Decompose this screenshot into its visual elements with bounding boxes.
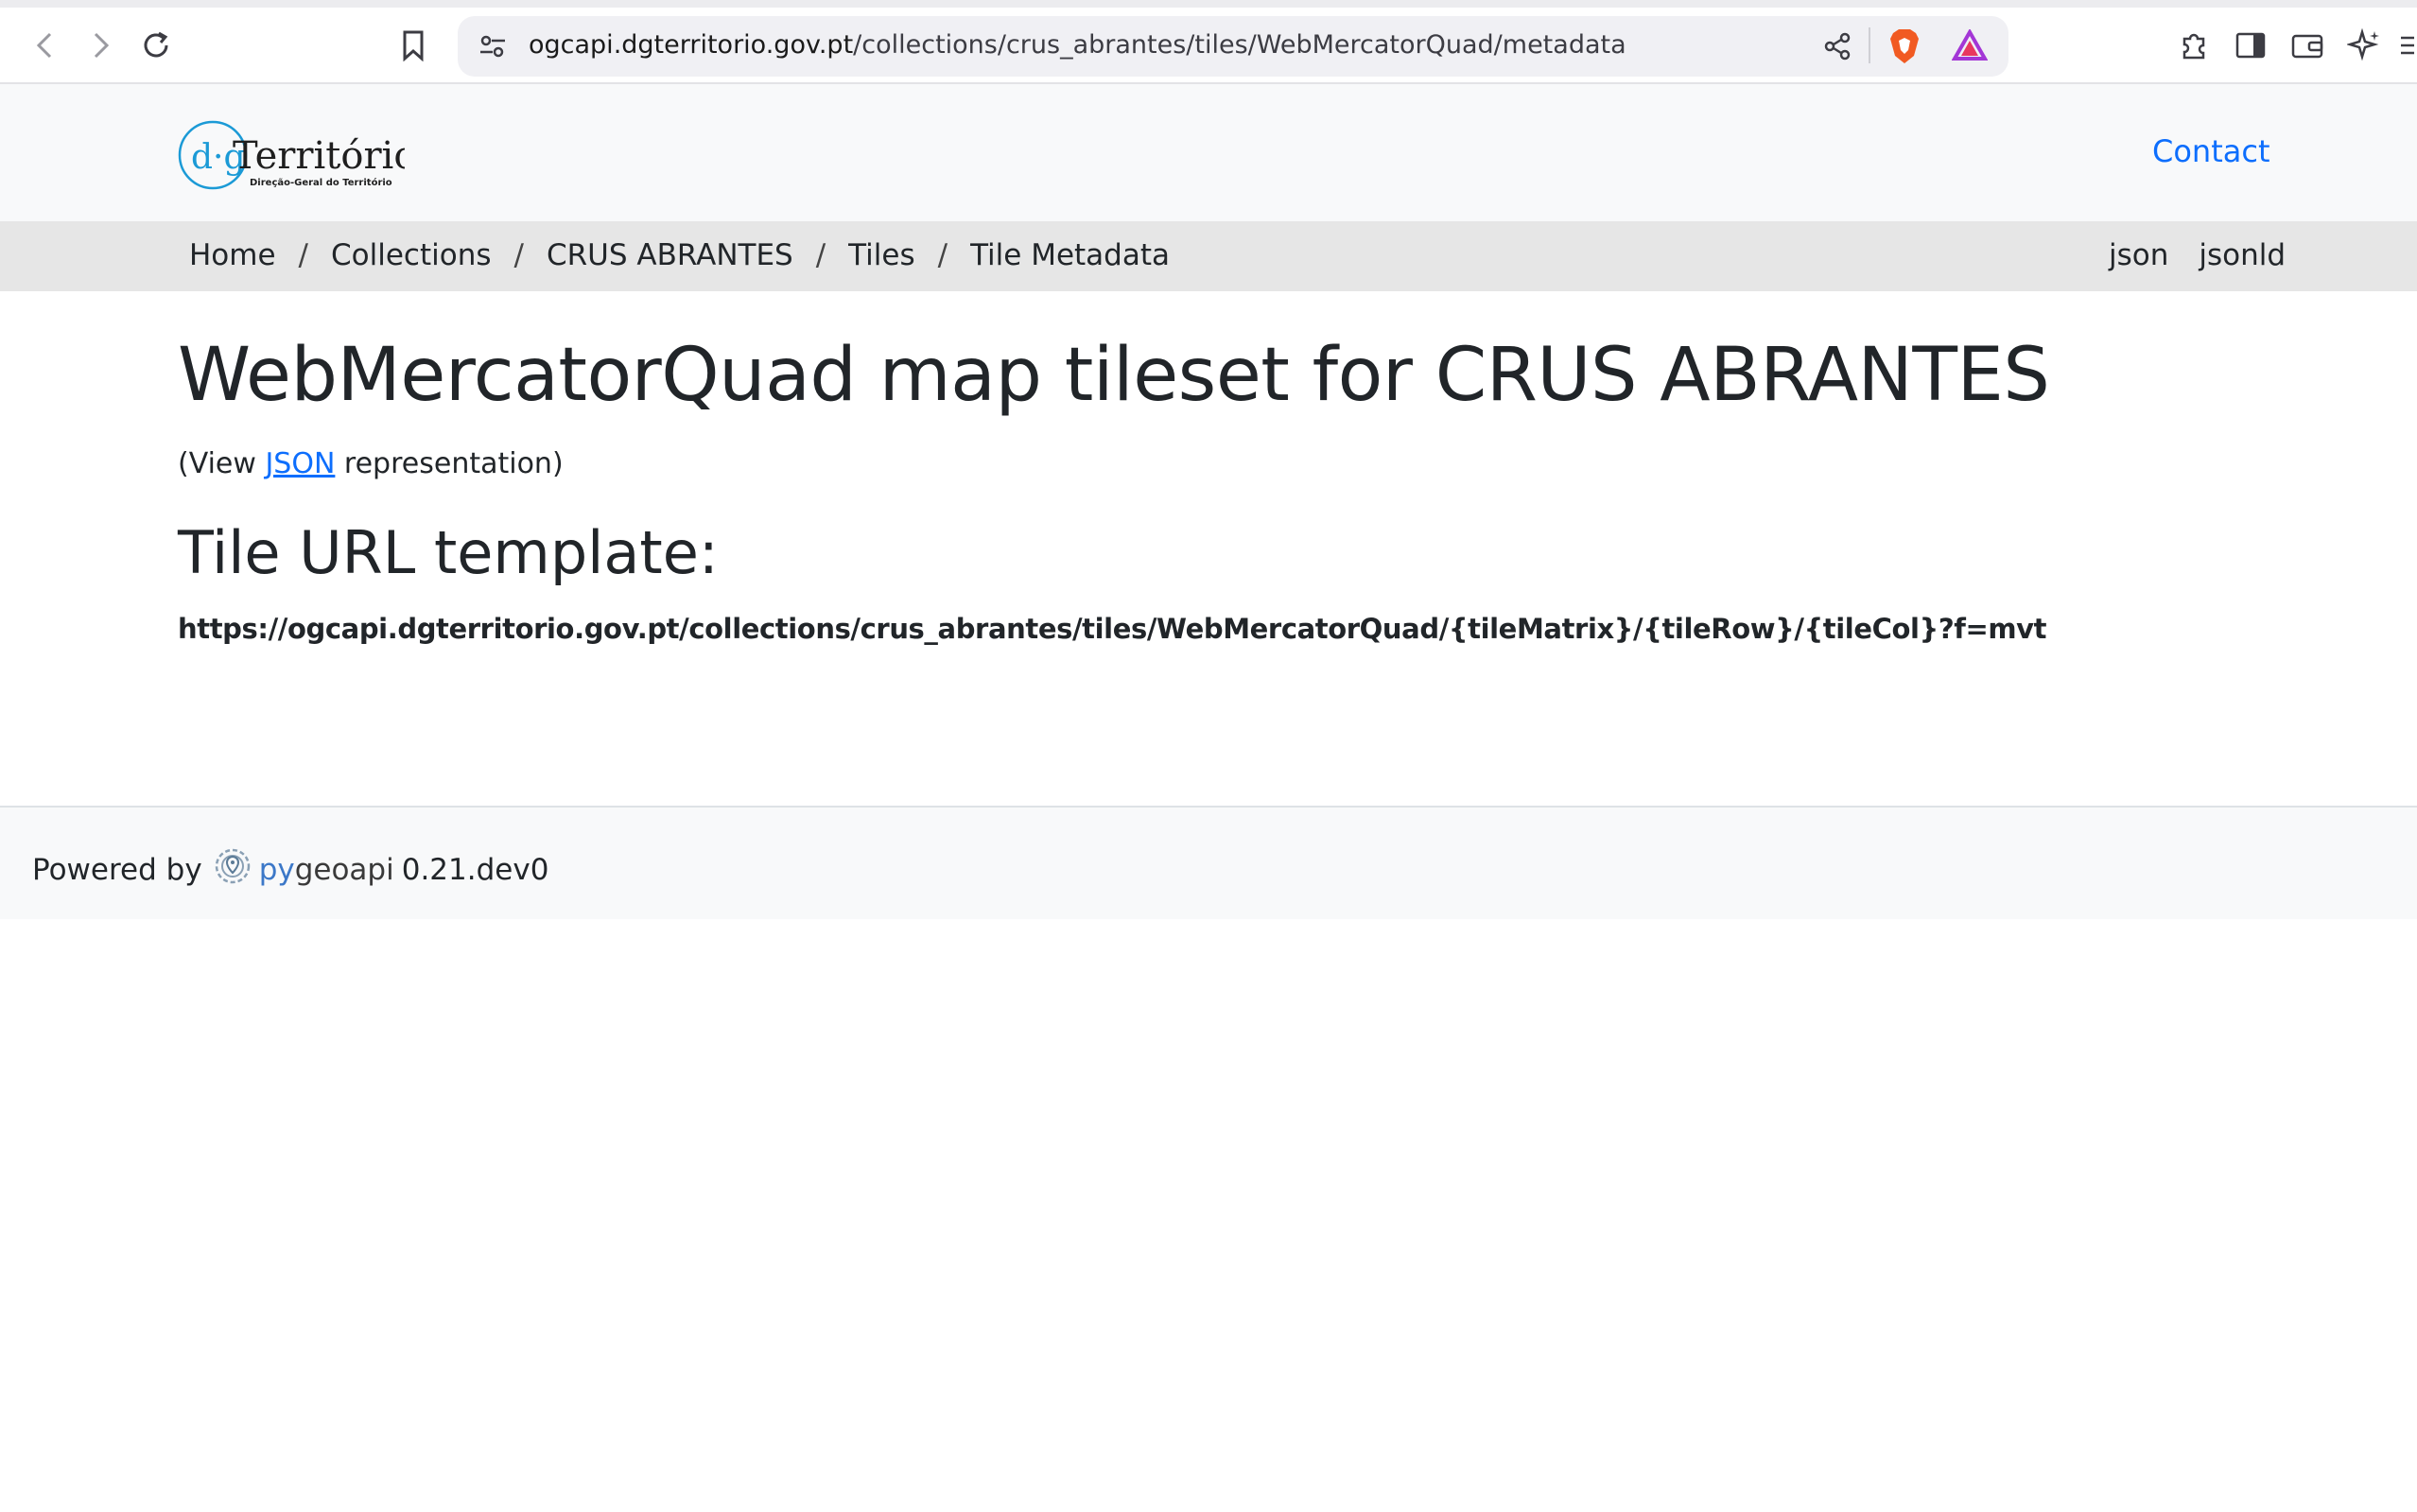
powered-by-label: Powered by [32,853,202,887]
breadcrumb-separator: / [513,238,524,272]
version: 0.21.dev0 [401,853,549,887]
breadcrumb-tiles[interactable]: Tiles [848,238,914,272]
brand-geoapi: geoapi [294,853,394,887]
menu-icon[interactable] [2392,25,2417,66]
logo-sub: Direção-Geral do Território [250,177,392,188]
leo-ai-icon[interactable] [2343,25,2385,66]
view-prefix: (View [178,447,266,480]
breadcrumb: Home / Collections / CRUS ABRANTES / Til… [189,238,1170,272]
tab-strip-edge [0,0,2417,8]
brave-rewards-icon[interactable] [1951,27,1989,65]
brand-py: py [258,853,295,887]
breadcrumb-tile-metadata[interactable]: Tile Metadata [970,238,1170,272]
reload-icon[interactable] [135,25,177,66]
site-settings-icon[interactable] [477,30,509,66]
pygeoapi-logo-icon[interactable] [210,843,255,896]
breadcrumb-separator: / [815,238,826,272]
page-title: WebMercatorQuad map tileset for CRUS ABR… [178,333,2050,418]
tile-url-template: https://ogcapi.dgterritorio.gov.pt/colle… [178,613,2047,645]
breadcrumb-bar: Home / Collections / CRUS ABRANTES / Til… [0,221,2417,291]
logo-main: Território [233,134,405,178]
url-path: /collections/crus_abrantes/tiles/WebMerc… [853,30,1626,60]
share-icon[interactable] [1822,31,1852,65]
format-jsonld-link[interactable]: jsonld [2199,238,2286,272]
breadcrumb-collection[interactable]: CRUS ABRANTES [547,238,793,272]
tile-url-heading: Tile URL template: [178,518,719,587]
divider [1869,27,1870,63]
address-bar[interactable]: ogcapi.dgterritorio.gov.pt/collections/c… [458,16,2008,77]
breadcrumb-home[interactable]: Home [189,238,276,272]
dgterritorio-logo[interactable]: d·g Território Direção-Geral do Territór… [178,115,416,197]
forward-icon[interactable] [79,25,121,66]
footer: Powered by pygeoapi 0.21.dev0 [0,806,2417,919]
breadcrumb-separator: / [298,238,308,272]
bookmark-icon[interactable] [392,25,434,66]
format-links: json jsonld [2109,238,2286,272]
breadcrumb-separator: / [937,238,948,272]
view-json-note: (View JSON representation) [178,447,564,480]
breadcrumb-collections[interactable]: Collections [331,238,492,272]
pygeoapi-link[interactable]: pygeoapi [259,853,394,887]
wallet-icon[interactable] [2287,25,2328,66]
url-text[interactable]: ogcapi.dgterritorio.gov.pt/collections/c… [529,30,1626,60]
url-host: ogcapi.dgterritorio.gov.pt [529,30,854,60]
json-representation-link[interactable]: JSON [265,447,335,480]
extensions-icon[interactable] [2174,25,2216,66]
site-header: d·g Território Direção-Geral do Territór… [0,84,2417,221]
contact-link[interactable]: Contact [2152,133,2270,169]
view-suffix: representation) [335,447,564,480]
back-icon[interactable] [25,25,66,66]
brave-shields-icon[interactable] [1887,27,1921,69]
sidebar-icon[interactable] [2230,25,2271,66]
browser-toolbar: ogcapi.dgterritorio.gov.pt/collections/c… [0,0,2417,84]
powered-by: Powered by pygeoapi 0.21.dev0 [32,843,548,896]
format-json-link[interactable]: json [2109,238,2168,272]
